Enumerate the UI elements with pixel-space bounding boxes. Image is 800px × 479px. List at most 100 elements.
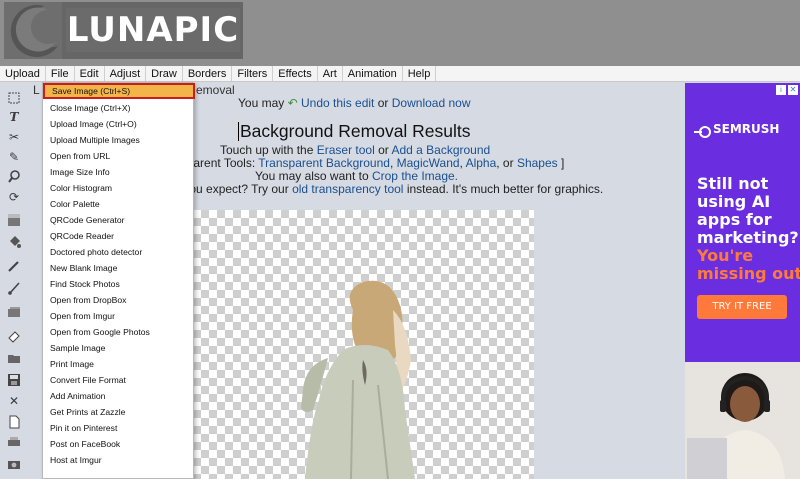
expect-line: y you expect? Try our old transparency t… [174, 182, 603, 196]
touchup-prefix: Touch up with the [220, 143, 314, 157]
save-disk-icon[interactable] [6, 373, 22, 389]
menu-adjust[interactable]: Adjust [105, 66, 147, 81]
menu-art[interactable]: Art [318, 66, 343, 81]
rotate-icon[interactable]: ⟳ [6, 189, 22, 205]
header: LUNAPIC [0, 0, 800, 66]
image-canvas[interactable] [193, 210, 534, 479]
ad-headline-3: apps for [697, 210, 772, 229]
ad-headline-1: Still not [697, 174, 769, 193]
lunapic-logo[interactable]: LUNAPIC [4, 2, 243, 59]
open-folder-icon[interactable] [6, 351, 22, 367]
menu-qrcode-reader[interactable]: QRCode Reader [50, 228, 114, 244]
menu-file[interactable]: File [46, 66, 75, 81]
camera-icon[interactable] [6, 457, 22, 473]
menu-upload[interactable]: Upload [0, 66, 46, 81]
ad-accent-1: You're [697, 246, 754, 265]
menu-filters[interactable]: Filters [232, 66, 274, 81]
shapes-link[interactable]: Shapes [517, 156, 558, 170]
menu-color-palette[interactable]: Color Palette [50, 196, 100, 212]
eraser-tool-link[interactable]: Eraser tool [317, 143, 375, 157]
menu-animation[interactable]: Animation [343, 66, 403, 81]
layers-icon[interactable] [6, 305, 22, 321]
undo-line: You may ↶ Undo this edit or Download now [238, 96, 470, 110]
download-link[interactable]: Download now [392, 96, 471, 110]
brush-icon[interactable] [6, 281, 22, 297]
touchup-or: or [378, 143, 389, 157]
menu-prints-zazzle[interactable]: Get Prints at Zazzle [50, 404, 125, 420]
fill-bucket-icon[interactable] [6, 235, 22, 251]
menu-open-url[interactable]: Open from URL [50, 148, 110, 164]
menu-draw[interactable]: Draw [146, 66, 183, 81]
semrush-flame-icon [693, 123, 711, 138]
undo-or: or [377, 96, 389, 110]
menu-add-animation[interactable]: Add Animation [50, 388, 105, 404]
menu-image-size-info[interactable]: Image Size Info [50, 164, 110, 180]
menu-upload-image[interactable]: Upload Image (Ctrl+O) [50, 116, 137, 132]
menu-qrcode-generator[interactable]: QRCode Generator [50, 212, 125, 228]
menu-edit[interactable]: Edit [75, 66, 105, 81]
menu-upload-multiple[interactable]: Upload Multiple Images [50, 132, 140, 148]
or-shapes: , or [496, 156, 514, 170]
menu-open-dropbox[interactable]: Open from DropBox [50, 292, 126, 308]
menubar: Upload File Edit Adjust Draw Borders Fil… [0, 66, 800, 82]
expect-suffix: instead. It's much better for graphics. [406, 182, 604, 196]
menu-close-image[interactable]: Close Image (Ctrl+X) [50, 100, 130, 116]
menu-find-stock-photos[interactable]: Find Stock Photos [50, 276, 120, 292]
menu-convert-format[interactable]: Convert File Format [50, 372, 126, 388]
add-background-link[interactable]: Add a Background [391, 143, 490, 157]
close-bracket: ] [561, 156, 565, 170]
crop-link[interactable]: Crop the Image. [372, 169, 458, 183]
ad-headline-2: using AI [697, 192, 771, 211]
undo-prefix: You may [238, 96, 285, 110]
ad-cta-label: TRY IT FREE [712, 301, 772, 312]
page-title: Background Removal Results [240, 121, 471, 141]
undo-link[interactable]: Undo this edit [301, 96, 374, 110]
print-icon[interactable] [6, 435, 22, 451]
menu-color-histogram[interactable]: Color Histogram [50, 180, 112, 196]
menu-save-image[interactable]: Save Image (Ctrl+S) [43, 83, 195, 99]
logo-text-box: LUNAPIC [66, 8, 240, 52]
left-toolbar: T ✂ ✎ ⟳ ✕ [0, 83, 28, 479]
select-tool-icon[interactable] [6, 91, 22, 107]
gradient-icon[interactable] [6, 213, 22, 229]
ad-accent-2: missing out! [697, 264, 800, 283]
moon-logo-icon [4, 2, 62, 59]
ad-info-icon[interactable]: i [776, 85, 786, 95]
old-transparency-tool-link[interactable]: old transparency tool [292, 182, 403, 196]
menu-borders[interactable]: Borders [183, 66, 233, 81]
menu-sample-image[interactable]: Sample Image [50, 340, 105, 356]
pencil-icon[interactable]: ✎ [6, 149, 22, 165]
ad-photo [685, 362, 800, 479]
new-page-icon[interactable] [6, 415, 22, 431]
ad-headline-4: marketing? [697, 228, 799, 247]
menu-host-imgur[interactable]: Host at Imgur [50, 452, 102, 468]
menu-pin-pinterest[interactable]: Pin it on Pinterest [50, 420, 117, 436]
eraser-icon[interactable] [6, 329, 22, 345]
menu-effects[interactable]: Effects [273, 66, 318, 81]
menu-print-image[interactable]: Print Image [50, 356, 94, 372]
text-tool-icon[interactable]: T [6, 109, 22, 125]
touchup-line: Touch up with the Eraser tool or Add a B… [220, 143, 490, 157]
zoom-icon[interactable] [6, 169, 22, 185]
menu-doctored-detector[interactable]: Doctored photo detector [50, 244, 142, 260]
ad-cta-button[interactable]: TRY IT FREE [697, 295, 787, 319]
menu-new-blank-image[interactable]: New Blank Image [50, 260, 117, 276]
eyedropper-icon[interactable] [6, 259, 22, 275]
ad-close-icon[interactable]: ✕ [788, 85, 798, 95]
comma-2: , [459, 156, 463, 170]
scissors-icon[interactable]: ✂ [6, 129, 22, 145]
menu-open-imgur[interactable]: Open from Imgur [50, 308, 115, 324]
menu-post-facebook[interactable]: Post on FaceBook [50, 436, 120, 452]
crop-line: You may also want to Crop the Image. [255, 169, 458, 183]
close-x-icon[interactable]: ✕ [6, 393, 22, 409]
crop-prefix: You may also want to [255, 169, 369, 183]
menu-open-google-photos[interactable]: Open from Google Photos [50, 324, 150, 340]
menu-help[interactable]: Help [403, 66, 437, 81]
semrush-ad[interactable]: i ✕ SEMRUSH Still not using AI apps for … [685, 83, 800, 479]
transparent-background-link[interactable]: Transparent Background [258, 156, 390, 170]
cutout-person-image [301, 280, 415, 479]
comma-1: , [389, 156, 394, 170]
text-cursor [238, 122, 239, 141]
alpha-link[interactable]: Alpha [466, 156, 497, 170]
magicwand-link[interactable]: MagicWand [397, 156, 460, 170]
